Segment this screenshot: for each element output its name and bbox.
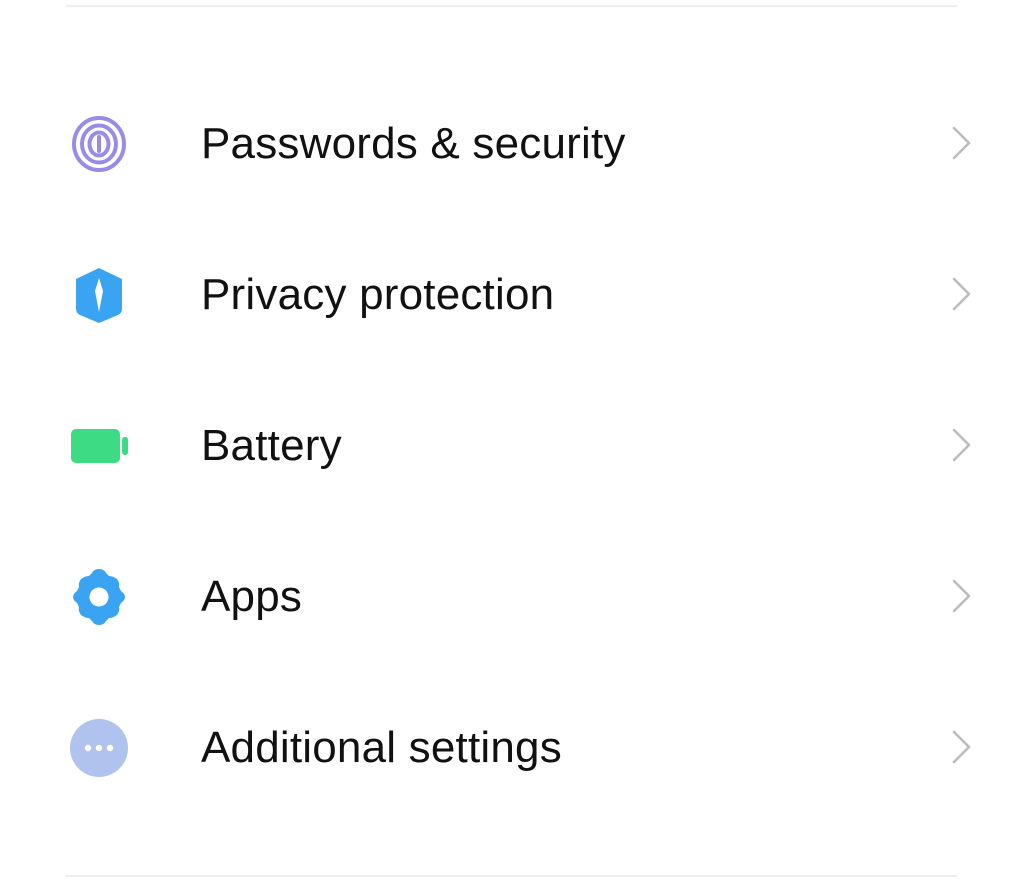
privacy-shield-icon — [68, 264, 130, 326]
chevron-right-icon — [946, 576, 976, 616]
settings-item-privacy-protection[interactable]: Privacy protection — [0, 219, 1024, 370]
chevron-right-icon — [946, 425, 976, 465]
chevron-right-icon — [946, 274, 976, 314]
settings-item-battery[interactable]: Battery — [0, 370, 1024, 521]
bottom-divider — [66, 875, 957, 877]
more-dots-icon — [68, 717, 130, 779]
settings-item-label: Apps — [201, 572, 303, 621]
settings-item-apps[interactable]: Apps — [0, 521, 1024, 672]
settings-item-label: Battery — [201, 421, 342, 470]
settings-item-label: Privacy protection — [201, 270, 555, 319]
battery-icon — [68, 415, 130, 477]
settings-item-passwords-security[interactable]: Passwords & security — [0, 68, 1024, 219]
settings-item-label: Passwords & security — [201, 119, 626, 168]
settings-item-label: Additional settings — [201, 723, 562, 772]
apps-gear-icon — [68, 566, 130, 628]
fingerprint-icon — [68, 113, 130, 175]
chevron-right-icon — [946, 727, 976, 767]
top-divider — [66, 5, 957, 7]
chevron-right-icon — [946, 123, 976, 163]
settings-item-additional-settings[interactable]: Additional settings — [0, 672, 1024, 823]
settings-list: Passwords & security Privacy protection — [0, 68, 1024, 823]
